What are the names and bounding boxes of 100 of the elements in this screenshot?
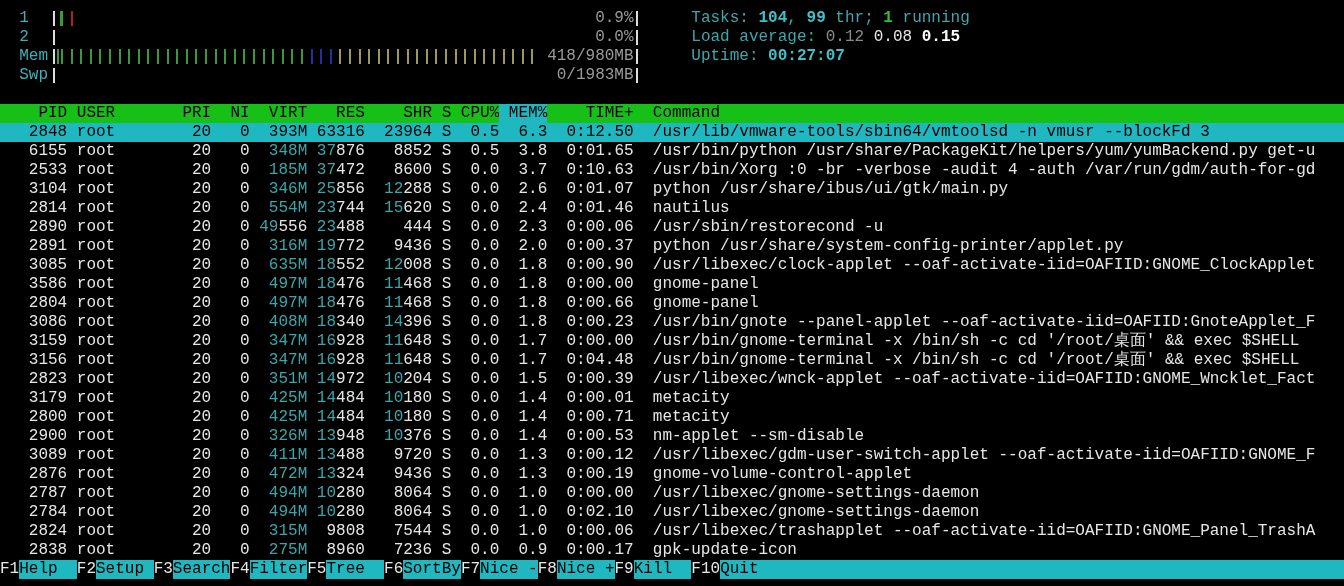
process-row[interactable]: 3179 root 20 0 425M 14484 10180 S 0.0 1.4 0:00.01 metacity: [0, 389, 1344, 408]
table-cell-text: 20: [191, 351, 212, 370]
table-cell-text: 0:00.53: [565, 427, 634, 446]
table-cell-text: gnome-volume-control-applet: [651, 465, 914, 484]
table-cell-text: 1.5: [517, 370, 548, 389]
table-cell-text: 0: [239, 465, 250, 484]
table-cell-text: /usr/lib/vmware-tools/sbin64/vmtoolsd -n vmusr --blockFd 3: [651, 123, 1211, 142]
table-cell-text: 0.0: [469, 256, 500, 275]
function-button[interactable]: Kill: [633, 560, 692, 579]
table-cell-text: 9436: [392, 237, 433, 256]
table-cell-text: 13948: [315, 427, 365, 446]
function-button[interactable]: Nice +: [556, 560, 615, 579]
function-button[interactable]: SortBy: [403, 560, 461, 579]
table-cell-text: 0.0: [469, 313, 500, 332]
process-row[interactable]: 2876 root 20 0 472M 13324 9436 S 0.0 1.3 0:00.19 gnome-volume-control-applet: [0, 465, 1344, 484]
process-row[interactable]: 2800 root 20 0 425M 14484 10180 S 0.0 1.4 0:00.71 metacity: [0, 408, 1344, 427]
function-button[interactable]: Search: [172, 560, 231, 579]
process-row[interactable]: 2804 root 20 0 497M 18476 11468 S 0.0 1.8 0:00.66 gnome-panel: [0, 294, 1344, 313]
table-cell-text: 20: [191, 218, 212, 237]
table-cell-text: 20: [191, 503, 212, 522]
process-row[interactable]: 2900 root 20 0 326M 13948 10376 S 0.0 1.4 0:00.53 nm-applet --sm-disable: [0, 427, 1344, 446]
table-cell-text: 49556: [258, 218, 308, 237]
table-cell-text: 1.8: [517, 294, 548, 313]
table-cell-text: root: [75, 313, 117, 332]
table-cell-text: 1.0: [517, 503, 548, 522]
process-row[interactable]: 3086 root 20 0 408M 18340 14396 S 0.0 1.8 0:00.23 /usr/bin/gnote --panel-applet --oaf-activate-iid=OAFIID:GnoteApplet_F: [0, 313, 1344, 332]
table-cell-text: 19772: [315, 237, 365, 256]
column-header[interactable]: PID: [0, 104, 68, 123]
table-cell-text: 18476: [315, 294, 365, 313]
process-row[interactable]: 3156 root 20 0 347M 16928 11648 S 0.0 1.7 0:04.48 /usr/bin/gnome-terminal -x /bin/sh -c cd '/root/桌面' && exec $SHELL: [0, 351, 1344, 370]
table-cell-text: 2848: [27, 123, 68, 142]
table-cell-text: 0.0: [469, 218, 500, 237]
column-header[interactable]: USER: [67, 104, 164, 123]
column-header[interactable]: VIRT: [249, 104, 308, 123]
process-row[interactable]: 2824 root 20 0 315M 9808 7544 S 0.0 1.0 0:00.06 /usr/libexec/trashapplet --oaf-activate-iid=OAFIID:GNOME_Panel_TrashA: [0, 522, 1344, 541]
function-key: F7: [460, 560, 481, 579]
table-cell-text: 2814: [27, 199, 68, 218]
process-row[interactable]: 3089 root 20 0 411M 13488 9720 S 0.0 1.3 0:00.12 /usr/libexec/gdm-user-switch-applet --oaf-activate-iid=OAFIID:GNOME_F: [0, 446, 1344, 465]
table-cell-text: 497M: [267, 294, 308, 313]
function-key: F5: [307, 560, 327, 579]
summary-text: 00:27:07: [768, 47, 845, 65]
process-row[interactable]: 3085 root 20 0 635M 18552 12008 S 0.0 1.8 0:00.90 /usr/libexec/clock-applet --oaf-activate-iid=OAFIID:GNOME_ClockApplet: [0, 256, 1344, 275]
column-header[interactable]: Command: [633, 104, 1344, 123]
table-cell-text: /usr/libexec/trashapplet --oaf-activate-iid=OAFIID:GNOME_Panel_TrashA: [651, 522, 1317, 541]
column-header[interactable]: PRI: [163, 104, 212, 123]
table-cell-text: gnome-panel: [651, 294, 760, 313]
function-button[interactable]: Setup: [96, 560, 154, 579]
table-cell-text: 23964: [383, 123, 433, 142]
process-row[interactable]: 2787 root 20 0 494M 10280 8064 S 0.0 1.0 0:00.00 /usr/libexec/gnome-settings-daemon: [0, 484, 1344, 503]
table-cell-text: 0.0: [469, 541, 500, 560]
table-cell-text: root: [75, 180, 117, 199]
table-cell-text: S: [440, 256, 452, 275]
table-cell-text: 411M: [267, 446, 308, 465]
table-cell-text: S: [440, 161, 452, 180]
table-cell-text: 20: [191, 446, 212, 465]
column-header[interactable]: NI: [211, 104, 250, 123]
function-button[interactable]: Tree: [326, 560, 385, 579]
table-cell-text: 23744: [315, 199, 365, 218]
process-row[interactable]: 2891 root 20 0 316M 19772 9436 S 0.0 2.0 0:00.37 python /usr/share/system-config-printer/applet.py: [0, 237, 1344, 256]
function-button[interactable]: Quit: [720, 560, 1344, 579]
table-cell-text: S: [440, 503, 452, 522]
process-row[interactable]: 2848 root 20 0 393M 63316 23964 S 0.5 6.3 0:12.50 /usr/lib/vmware-tools/sbin64/vmtoolsd -n vmusr --blockFd 3: [0, 123, 1344, 142]
process-row[interactable]: 3586 root 20 0 497M 18476 11468 S 0.0 1.8 0:00.00 gnome-panel: [0, 275, 1344, 294]
table-cell-text: S: [440, 541, 452, 560]
function-button[interactable]: Filter: [249, 560, 308, 579]
table-cell-text: 20: [191, 541, 212, 560]
table-cell-text: 494M: [267, 484, 308, 503]
function-button[interactable]: Help: [19, 560, 77, 579]
table-cell-text: 0: [239, 313, 250, 332]
column-header[interactable]: S: [432, 104, 452, 123]
process-row[interactable]: 3104 root 20 0 346M 25856 12288 S 0.0 2.6 0:01.07 python /usr/share/ibus/ui/gtk/main.py: [0, 180, 1344, 199]
table-cell-text: root: [75, 199, 117, 218]
table-cell-text: 10180: [383, 408, 433, 427]
process-row[interactable]: 2784 root 20 0 494M 10280 8064 S 0.0 1.0 0:02.10 /usr/libexec/gnome-settings-daemon: [0, 503, 1344, 522]
process-row[interactable]: 3159 root 20 0 347M 16928 11648 S 0.0 1.7 0:00.00 /usr/bin/gnome-terminal -x /bin/sh -c cd '/root/桌面' && exec $SHELL: [0, 332, 1344, 351]
table-cell-text: 20: [191, 123, 212, 142]
process-row[interactable]: 2838 root 20 0 275M 8960 7236 S 0.0 0.9 0:00.17 gpk-update-icon: [0, 541, 1344, 560]
function-key: F10: [691, 560, 721, 579]
table-cell-text: 315M: [267, 522, 308, 541]
column-header[interactable]: RES: [307, 104, 365, 123]
process-row[interactable]: 6155 root 20 0 348M 37876 8852 S 0.5 3.8 0:01.65 /usr/bin/python /usr/share/PackageKit/helpers/yum/yumBackend.py get-u: [0, 142, 1344, 161]
table-cell-text: root: [75, 237, 117, 256]
column-header[interactable]: TIME+: [547, 104, 634, 123]
table-cell-text: root: [75, 427, 117, 446]
process-row[interactable]: 2533 root 20 0 185M 37472 8600 S 0.0 3.7 0:10.63 /usr/bin/Xorg :0 -br -verbose -audit 4 -auth /var/run/gdm/auth-for-gd: [0, 161, 1344, 180]
table-cell-text: 18552: [315, 256, 365, 275]
table-cell-text: 18340: [315, 313, 365, 332]
meter-label: 2: [19, 28, 30, 47]
column-header[interactable]: CPU%: [451, 104, 500, 123]
table-cell-text: 1.7: [517, 332, 548, 351]
table-cell-text: 0:00.01: [565, 389, 634, 408]
process-row[interactable]: 2823 root 20 0 351M 14972 10204 S 0.0 1.5 0:00.39 /usr/libexec/wnck-applet --oaf-activate-iid=OAFIID:GNOME_Wncklet_Fact: [0, 370, 1344, 389]
meter-reading: 418/980MB: [547, 49, 634, 64]
column-header[interactable]: SHR: [364, 104, 433, 123]
function-button[interactable]: Nice -: [480, 560, 538, 579]
process-row[interactable]: 2890 root 20 0 49556 23488 444 S 0.0 2.3 0:00.06 /usr/sbin/restorecond -u: [0, 218, 1344, 237]
table-cell-text: 0: [239, 522, 250, 541]
table-cell-text: root: [75, 275, 117, 294]
process-row[interactable]: 2814 root 20 0 554M 23744 15620 S 0.0 2.4 0:01.46 nautilus: [0, 199, 1344, 218]
table-cell-text: 0:00.00: [565, 484, 634, 503]
